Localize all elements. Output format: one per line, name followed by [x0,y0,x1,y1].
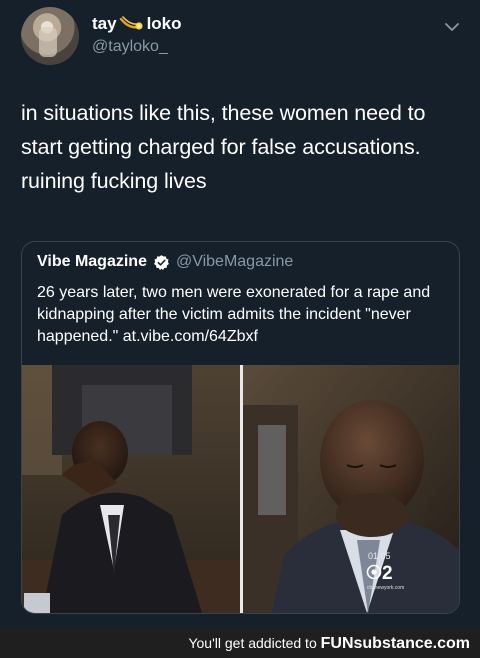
quoted-handle: @VibeMagazine [175,253,294,270]
quoted-tweet-header: Vibe Magazine @VibeMagazine [37,253,293,271]
author-name-row[interactable]: tay loko [92,14,182,34]
comet-icon [119,15,145,33]
footer-text: You'll get addicted to FUNsubstance.com [188,635,470,653]
footer-tagline: You'll get addicted to [188,635,317,651]
quoted-tweet-media[interactable]: 01 05 2 cbsnewyork.com [22,365,459,613]
overlay-logo-caption: cbsnewyork.com [367,585,404,591]
watermark-footer: You'll get addicted to FUNsubstance.com [0,628,480,658]
footer-brand: FUNsubstance.com [320,635,470,652]
display-name-part1: tay [92,14,117,33]
quoted-display-name: Vibe Magazine [37,253,147,270]
overlay-time: 01 05 [368,551,391,561]
media-divider [240,365,243,613]
author-handle[interactable]: @tayloko_ [92,38,168,56]
quoted-tweet[interactable]: Vibe Magazine @VibeMagazine 26 years lat… [21,241,460,614]
media-right-panel [243,365,459,613]
quoted-tweet-text: 26 years later, two men were exonerated … [37,284,431,345]
tweet: tay loko @tayloko_ in situations like th… [0,0,480,628]
overlay-logo-number: 2 [382,563,393,584]
verified-badge-icon [153,254,170,271]
chevron-down-icon[interactable] [443,18,461,36]
media-left-panel [22,365,240,613]
avatar[interactable] [21,7,79,65]
display-name-part2: loko [146,14,182,33]
tweet-text: in situations like this, these women nee… [21,101,426,193]
